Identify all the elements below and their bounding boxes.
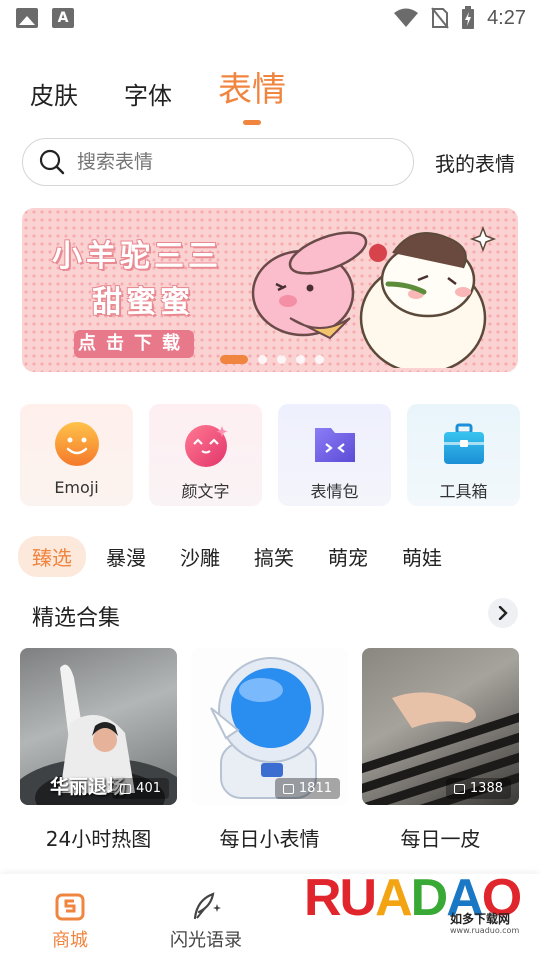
nav-label: 商城: [52, 930, 88, 951]
battery-charging-icon: [462, 6, 475, 29]
pagination-dot-active: [220, 355, 248, 364]
item-count: 401: [136, 781, 161, 796]
tab-emoji[interactable]: 表情: [218, 62, 286, 111]
promo-banner[interactable]: 小羊驼三三 甜蜜蜜 点击下载: [22, 208, 518, 372]
image-icon: [120, 783, 132, 794]
tab-font[interactable]: 字体: [124, 76, 172, 111]
category-label: 颜文字: [181, 482, 230, 501]
banner-pagination: [220, 355, 324, 364]
item-count-badge: 1811: [274, 778, 340, 799]
toolbox-icon: [443, 423, 484, 464]
chevron-right-icon: [498, 606, 508, 620]
category-sticker-pack[interactable]: 表情包: [278, 404, 391, 506]
category-toolbox[interactable]: 工具箱: [407, 404, 520, 506]
section-title: 精选合集: [32, 606, 121, 631]
category-label: 表情包: [310, 482, 359, 501]
pagination-dot: [296, 355, 305, 364]
pagination-dot: [315, 355, 324, 364]
category-label: Emoji: [54, 478, 99, 497]
collection-card[interactable]: 1388 每日一皮: [362, 648, 519, 852]
collection-list: 华丽退场 401 24小时热图 1811 每日小表情 1388 每日一皮: [20, 648, 519, 852]
collection-title: 每日一皮: [400, 827, 481, 851]
item-count-badge: 401: [112, 778, 169, 799]
banner-download-button[interactable]: 点击下载: [74, 330, 194, 358]
subtab-comics[interactable]: 暴漫: [92, 536, 160, 577]
subtab-babies[interactable]: 萌娃: [388, 536, 456, 577]
watermark-sub: 如多下载网: [450, 912, 511, 926]
collection-title: 每日小表情: [219, 827, 320, 851]
alpaca-illustration: [251, 225, 497, 368]
category-emoji[interactable]: Emoji: [20, 404, 133, 506]
sticker-folder-icon: [314, 428, 355, 462]
search-input[interactable]: [77, 151, 357, 173]
collection-thumbnail: 1811: [191, 648, 348, 805]
category-kaomoji[interactable]: 颜文字: [149, 404, 262, 506]
search-bar[interactable]: [22, 138, 414, 186]
emoji-face-icon: [54, 422, 99, 466]
collection-thumbnail: 1388: [362, 648, 519, 805]
store-icon: [55, 893, 85, 921]
no-sim-icon: [431, 7, 449, 29]
item-count: 1388: [469, 781, 503, 796]
watermark-url: www.ruaduo.com: [450, 926, 520, 935]
collection-thumbnail: 华丽退场 401: [20, 648, 177, 805]
clock: 4:27: [487, 6, 526, 29]
banner-title-line2: 甜蜜蜜: [92, 285, 194, 320]
section-more-button[interactable]: [488, 598, 518, 628]
tab-skin[interactable]: 皮肤: [30, 76, 78, 111]
status-bar: A 4:27: [0, 0, 540, 36]
nav-quotes[interactable]: 闪光语录: [170, 890, 242, 952]
nav-label: 闪光语录: [170, 930, 242, 951]
search-icon: [39, 149, 65, 175]
banner-title: 小羊驼三三 甜蜜蜜: [52, 234, 222, 326]
collection-title: 24小时热图: [45, 827, 152, 851]
subtab-pets[interactable]: 萌宠: [314, 536, 382, 577]
my-emoji-link[interactable]: 我的表情: [435, 148, 515, 177]
pagination-dot: [258, 355, 267, 364]
banner-title-line1: 小羊驼三三: [52, 239, 222, 274]
pagination-dot: [277, 355, 286, 364]
kaomoji-icon: [184, 425, 227, 467]
collection-card[interactable]: 1811 每日小表情: [191, 648, 348, 852]
item-count-badge: 1388: [445, 778, 511, 799]
subtab-featured[interactable]: 臻选: [18, 536, 86, 577]
subtab-funny[interactable]: 搞笑: [240, 536, 308, 577]
subtab-silly[interactable]: 沙雕: [166, 536, 234, 577]
app-notification-icon: A: [52, 8, 74, 28]
nav-store[interactable]: 商城: [52, 890, 88, 952]
gallery-notification-icon: [16, 8, 38, 28]
image-icon: [453, 783, 465, 794]
sticker-category-tabs: 臻选 暴漫 沙雕 搞笑 萌宠 萌娃: [18, 536, 456, 577]
category-label: 工具箱: [439, 482, 488, 501]
item-count: 1811: [298, 781, 332, 796]
feather-sparkle-icon: [193, 892, 221, 920]
top-tabs: 皮肤 字体 表情: [30, 62, 286, 111]
wifi-icon: [394, 8, 419, 27]
image-icon: [282, 783, 294, 794]
watermark-logo: RUADAO 如多下载网 www.ruaduo.com: [300, 868, 524, 954]
collection-card[interactable]: 华丽退场 401 24小时热图: [20, 648, 177, 852]
category-grid: Emoji 颜文字 表情包 工具箱: [20, 404, 520, 506]
